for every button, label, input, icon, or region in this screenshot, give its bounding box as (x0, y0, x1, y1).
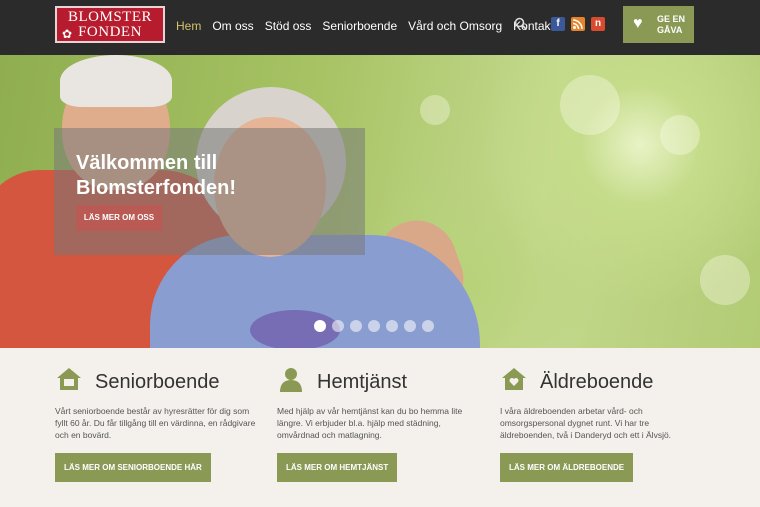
bokeh (660, 115, 700, 155)
bokeh (420, 95, 450, 125)
slider-dots (314, 320, 434, 332)
main-nav: Hem Om oss Stöd oss Seniorboende Vård oc… (176, 19, 565, 33)
slider-dot[interactable] (386, 320, 398, 332)
column-title: Hemtjänst (317, 371, 408, 393)
nav-stod-oss[interactable]: Stöd oss (265, 19, 312, 33)
logo-line1: BLOMSTER (67, 9, 152, 25)
flower-icon: ✿ (62, 27, 73, 41)
slider-dot[interactable] (404, 320, 416, 332)
person-icon (280, 368, 302, 392)
slider-dot[interactable] (332, 320, 344, 332)
logo[interactable]: ✿ BLOMSTER FONDEN (55, 6, 165, 43)
search-icon[interactable] (514, 17, 528, 31)
hero-photo-man-hair (60, 55, 172, 107)
slider-dot[interactable] (350, 320, 362, 332)
bokeh (700, 255, 750, 305)
bokeh (560, 75, 620, 135)
heart-icon: ♥ (633, 15, 643, 32)
seniorboende-button[interactable]: LÄS MER OM SENIORBOENDE HÄR (55, 453, 211, 482)
column-text: Vårt seniorboende består av hyresrätter … (55, 406, 256, 440)
column-title: Seniorboende (95, 371, 220, 393)
facebook-icon[interactable]: f (551, 17, 565, 31)
slider-dot[interactable] (314, 320, 326, 332)
aldreboende-button[interactable]: LÄS MER OM ÄLDREBOENDE (500, 453, 634, 482)
about-us-button[interactable]: LÄS MER OM OSS (76, 205, 162, 231)
give-gift-label: GE EN GÅVA (657, 14, 686, 35)
hero-slider: Välkommen till Blomsterfonden! LÄS MER O… (0, 55, 760, 348)
slider-dot[interactable] (422, 320, 434, 332)
hero-title: Välkommen till Blomsterfonden! (76, 152, 236, 199)
nav-seniorboende[interactable]: Seniorboende (322, 19, 397, 33)
nav-om-oss[interactable]: Om oss (212, 19, 253, 33)
column-title: Äldreboende (540, 371, 654, 393)
rss-icon[interactable] (571, 17, 585, 31)
column-text: I våra äldreboenden arbetar vård- och om… (500, 406, 672, 440)
hero-caption: Välkommen till Blomsterfonden! LÄS MER O… (54, 128, 365, 255)
newsletter-icon[interactable]: n (591, 17, 605, 31)
logo-line2: FONDEN (78, 24, 142, 40)
site-header: ✿ BLOMSTER FONDEN Hem Om oss Stöd oss Se… (0, 0, 760, 55)
nav-vard-och-omsorg[interactable]: Vård och Omsorg (408, 19, 502, 33)
hemtjanst-button[interactable]: LÄS MER OM HEMTJÄNST (277, 453, 398, 482)
nav-hem[interactable]: Hem (176, 19, 201, 33)
house-icon (57, 368, 81, 390)
slider-dot[interactable] (368, 320, 380, 332)
give-gift-button[interactable]: ♥ GE EN GÅVA (623, 6, 694, 43)
column-text: Med hjälp av vår hemtjänst kan du bo hem… (277, 406, 463, 440)
heart-house-icon (502, 368, 526, 390)
